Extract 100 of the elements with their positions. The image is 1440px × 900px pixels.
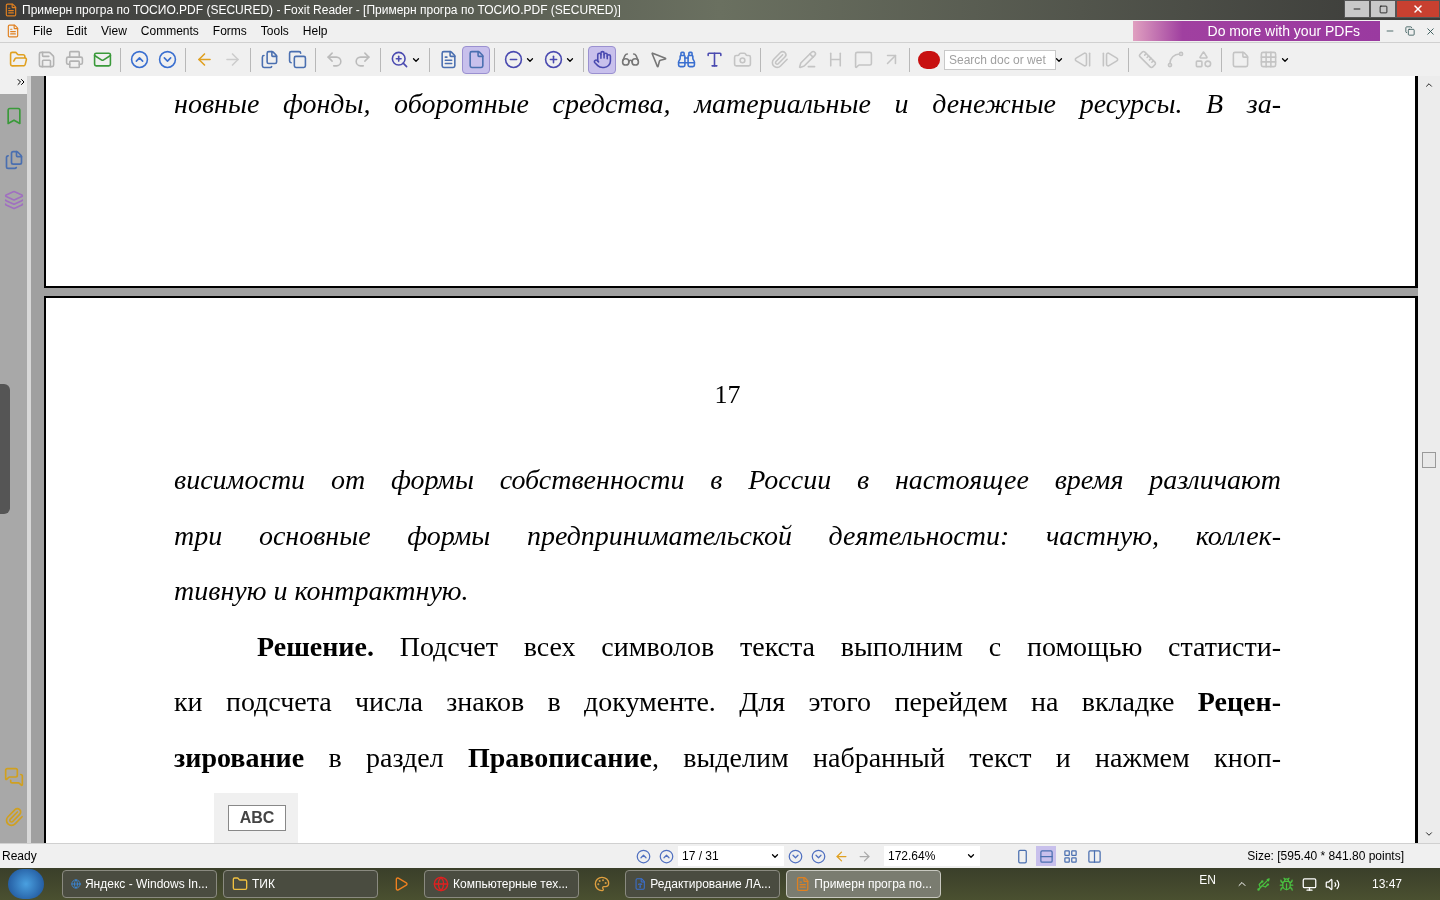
text-line: новные фонды, оборотные средства, материальные и денежные ресурсы. В за- — [174, 87, 1281, 121]
toolbar-button[interactable] — [588, 45, 616, 74]
glasses-icon — [620, 50, 640, 69]
speech-bubble-icon — [853, 50, 873, 69]
document-icon — [795, 876, 811, 892]
last-page-icon[interactable] — [811, 848, 826, 864]
page-icon — [438, 50, 458, 69]
minus-circle-icon — [503, 50, 523, 69]
palette-icon — [594, 876, 610, 892]
maximize-icon — [1378, 4, 1388, 14]
polyline-icon — [1165, 50, 1185, 69]
scroll-down-icon — [1424, 829, 1434, 839]
close-button[interactable] — [1396, 0, 1440, 18]
up-circle-icon[interactable] — [659, 848, 674, 864]
folder-icon — [8, 50, 28, 69]
paperclip-icon — [769, 50, 789, 69]
checker-icon — [1258, 50, 1278, 69]
right-arrow-icon[interactable] — [857, 848, 872, 864]
taskbar-button[interactable]: ТИК — [223, 870, 378, 898]
two-column-icon — [1086, 848, 1102, 864]
page-field[interactable]: 17 / 31 — [678, 846, 784, 866]
maximize-button[interactable] — [1370, 0, 1396, 18]
redo-icon — [352, 50, 372, 69]
menu-item[interactable]: File — [26, 22, 60, 40]
taskbar-button[interactable]: Примерн програ по... — [786, 870, 941, 898]
menu-item[interactable]: Help — [295, 22, 335, 40]
pages-icon — [259, 50, 279, 69]
menu-item[interactable]: Comments — [133, 22, 206, 40]
next-icon — [1100, 50, 1120, 69]
ad-text: Do more with your PDFs — [1207, 21, 1360, 41]
vertical-scrollbar[interactable] — [1418, 76, 1440, 843]
continuous-page-icon — [1038, 848, 1054, 864]
logo-icon — [918, 50, 940, 69]
panel-toggle-handle[interactable] — [0, 384, 10, 514]
camera-icon — [732, 50, 752, 69]
scroll-up-icon — [1424, 80, 1434, 90]
menu-item[interactable]: View — [94, 22, 134, 40]
language-indicator[interactable]: EN — [1199, 871, 1216, 889]
printer-icon — [64, 50, 84, 69]
taskbar-button[interactable]: Компьютерные тех... — [424, 870, 579, 898]
globe-icon — [71, 876, 81, 892]
hand-icon — [592, 50, 612, 69]
window-title: Примерн програ по ТОСИО.PDF (SECURED) - Foxit Reader - [Примерн програ по ТОСИО.PDF (SECURED)] — [22, 2, 622, 19]
document-icon — [6, 24, 20, 38]
page-number: 17 — [713, 379, 742, 411]
network-icon[interactable] — [1301, 876, 1317, 892]
text-line: зирование в раздел Правописание, выделим набранный текст и нажмем кноп- — [174, 740, 1281, 775]
close-icon — [1412, 3, 1424, 15]
play-icon — [393, 876, 409, 892]
scrollbar-thumb[interactable] — [1422, 451, 1436, 468]
shapes-icon — [1193, 50, 1213, 69]
down-circle-icon — [157, 50, 177, 69]
text-cursor-icon — [704, 50, 724, 69]
caret-icon — [966, 851, 976, 861]
text-line: тивную и контрактную. — [174, 574, 470, 608]
text-line: висимости от формы собственности в России в настоящее время различают — [174, 463, 1281, 497]
folder-icon — [232, 876, 248, 892]
binoculars-icon — [676, 50, 696, 69]
app-icon — [4, 3, 18, 17]
envelope-icon — [92, 50, 112, 69]
page-icon — [1230, 50, 1250, 69]
usb-icon[interactable] — [1255, 876, 1271, 892]
text-line: три основные формы предпринимательской деятельности: частную, коллек- — [174, 518, 1281, 553]
previous-icon — [1072, 50, 1092, 69]
status-text: Ready — [2, 848, 38, 865]
search-field[interactable]: Search doc or wet — [944, 49, 1056, 70]
minimize-button[interactable] — [1344, 0, 1370, 18]
taskbar-button[interactable]: Редактирование ЛА... — [625, 870, 780, 898]
ad-banner[interactable]: Do more with your PDFs — [1133, 21, 1380, 41]
text-line: ки подсчета числа знаков в документе. Для этого перейдем на вкладке Рецен- — [174, 685, 1281, 719]
document-icon — [634, 876, 647, 892]
menu-item[interactable]: Forms — [205, 22, 254, 40]
taskbar-button[interactable]: Яндекс - Windows In... — [62, 870, 217, 898]
up-circle-icon — [129, 50, 149, 69]
ruler-icon — [1137, 50, 1157, 69]
grid-pages-icon — [1062, 848, 1078, 864]
pencil-icon — [797, 50, 817, 69]
page-size-text: Size: [595.40 * 841.80 points] — [1247, 848, 1404, 865]
pages-icon[interactable] — [3, 150, 24, 170]
plus-circle-icon — [543, 50, 563, 69]
magnifier-plus-icon — [389, 50, 409, 69]
menu-item[interactable]: Tools — [253, 22, 296, 40]
caret-icon — [770, 851, 780, 861]
paperclip-icon[interactable] — [3, 807, 24, 827]
first-page-icon[interactable] — [636, 848, 651, 864]
clock[interactable]: 13:47 — [1371, 875, 1402, 893]
volume-icon[interactable] — [1324, 876, 1340, 892]
bug-icon[interactable] — [1278, 876, 1294, 892]
down-circle-icon[interactable] — [788, 848, 803, 864]
expand-icon[interactable] — [15, 76, 27, 88]
menu-item[interactable]: Edit — [59, 22, 95, 40]
view-mode-button[interactable] — [1036, 846, 1056, 866]
button-label: ABC — [228, 805, 286, 831]
undo-icon — [324, 50, 344, 69]
pages-icon — [287, 50, 307, 69]
zoom-field[interactable]: 172.64% — [884, 846, 980, 866]
toolbar-button[interactable] — [462, 45, 490, 74]
start-button[interactable] — [8, 869, 44, 899]
close-icon — [1424, 25, 1436, 37]
pointer-icon — [648, 50, 668, 69]
